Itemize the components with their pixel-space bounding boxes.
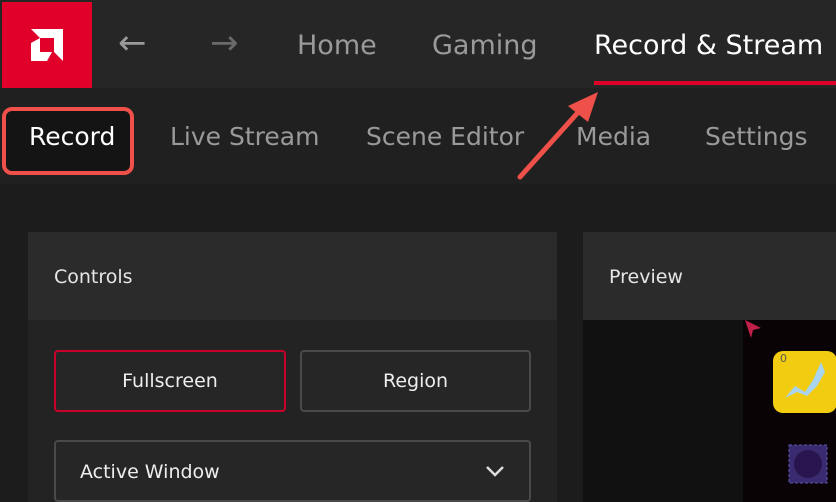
game-preview: 0: [743, 320, 836, 502]
capture-source-dropdown[interactable]: Active Window: [54, 440, 531, 502]
chevron-down-icon: [486, 466, 504, 477]
fullscreen-button[interactable]: Fullscreen: [54, 350, 286, 412]
controls-panel: Controls Fullscreen Region Active Window: [28, 232, 557, 502]
item-count: 0: [780, 352, 787, 365]
dropdown-value: Active Window: [80, 461, 220, 483]
preview-area: 0: [583, 320, 836, 502]
preview-title: Preview: [583, 232, 836, 320]
region-button[interactable]: Region: [300, 350, 531, 412]
preview-panel: Preview 0: [583, 232, 836, 502]
controls-title: Controls: [28, 232, 557, 320]
